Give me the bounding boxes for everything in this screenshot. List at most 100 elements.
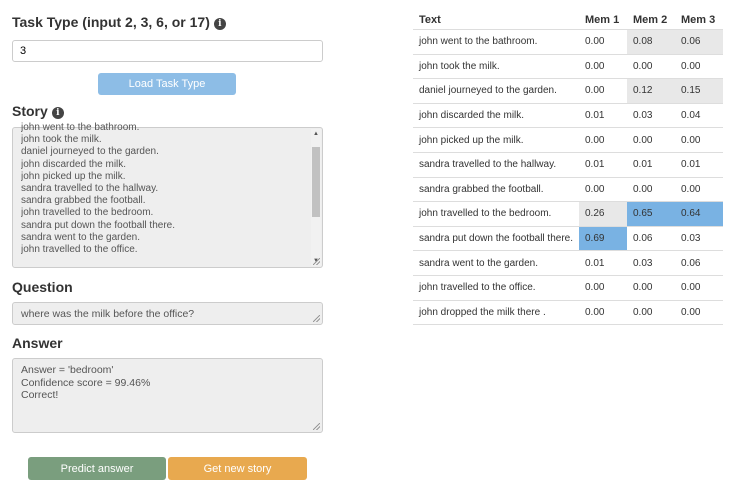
story-scrollbar[interactable]: ▲ ▼ xyxy=(311,129,321,266)
mem-1-cell: 0.00 xyxy=(579,78,627,104)
table-row: john travelled to the bedroom. 0.26 0.65 0.… xyxy=(413,201,723,227)
mem-3-cell: 0.03 xyxy=(675,226,723,252)
answer-line: Answer = 'bedroom' xyxy=(21,364,114,376)
predict-answer-button[interactable]: Predict answer xyxy=(28,457,166,480)
resize-grip-icon[interactable] xyxy=(313,423,320,430)
mem-2-cell: 0.03 xyxy=(627,250,675,276)
mem-2-cell: 0.00 xyxy=(627,127,675,153)
story-line: john travelled to the bedroom. xyxy=(21,207,154,219)
mem-1-cell: 0.01 xyxy=(579,250,627,276)
table-row: sandra grabbed the football. 0.00 0.00 0.00 xyxy=(413,177,723,203)
question-label: Question xyxy=(12,279,73,295)
table-row: john picked up the milk. 0.00 0.00 0.00 xyxy=(413,127,723,153)
sentence-cell: daniel journeyed to the garden. xyxy=(413,78,579,104)
sentence-cell: john travelled to the office. xyxy=(413,275,579,301)
table-row: daniel journeyed to the garden. 0.00 0.12 0… xyxy=(413,78,723,104)
mem-1-cell: 0.26 xyxy=(579,201,627,227)
scroll-up-arrow-icon[interactable]: ▲ xyxy=(311,129,321,139)
answer-label: Answer xyxy=(12,335,63,351)
table-header-row: Text Mem 1 Mem 2 Mem 3 xyxy=(413,10,723,30)
sentence-cell: john picked up the milk. xyxy=(413,127,579,153)
task-type-label: Task Type (input 2, 3, 6, or 17) xyxy=(12,14,210,30)
mem-3-cell: 0.64 xyxy=(675,201,723,227)
mem-1-cell: 0.00 xyxy=(579,54,627,80)
story-line: sandra grabbed the football. xyxy=(21,195,146,207)
answer-textarea[interactable]: Answer = 'bedroom' Confidence score = 99… xyxy=(12,358,323,433)
question-textarea[interactable]: where was the milk before the office? xyxy=(12,302,323,325)
story-line: john travelled to the office. xyxy=(21,243,138,255)
column-header-mem-3: Mem 3 xyxy=(675,10,723,30)
mem-2-cell: 0.03 xyxy=(627,103,675,129)
sentence-cell: john took the milk. xyxy=(413,54,579,80)
mem-1-cell: 0.00 xyxy=(579,127,627,153)
mem-3-cell: 0.06 xyxy=(675,29,723,55)
table-row: sandra travelled to the hallway. 0.01 0.01… xyxy=(413,152,723,178)
sentence-cell: sandra put down the football there. xyxy=(413,226,579,252)
mem-2-cell: 0.12 xyxy=(627,78,675,104)
mem-3-cell: 0.06 xyxy=(675,250,723,276)
table-row: john took the milk. 0.00 0.00 0.00 xyxy=(413,54,723,80)
mem-1-cell: 0.00 xyxy=(579,177,627,203)
story-line: daniel journeyed to the garden. xyxy=(21,146,159,158)
column-header-mem-2: Mem 2 xyxy=(627,10,675,30)
get-new-story-button[interactable]: Get new story xyxy=(168,457,307,480)
story-line: sandra went to the garden. xyxy=(21,231,140,243)
mem-1-cell: 0.00 xyxy=(579,29,627,55)
sentence-cell: john went to the bathroom. xyxy=(413,29,579,55)
resize-grip-icon[interactable] xyxy=(313,315,320,322)
story-line: john picked up the milk. xyxy=(21,170,126,182)
memory-table-body: john went to the bathroom. 0.00 0.08 0.06 jo… xyxy=(413,29,723,326)
mem-1-cell: 0.01 xyxy=(579,152,627,178)
mem-3-cell: 0.04 xyxy=(675,103,723,129)
mem-2-cell: 0.08 xyxy=(627,29,675,55)
table-row: sandra put down the football there. 0.69 0… xyxy=(413,226,723,252)
column-header-text: Text xyxy=(413,10,579,30)
sentence-cell: john discarded the milk. xyxy=(413,103,579,129)
correct-line: Correct! xyxy=(21,389,59,401)
sentence-cell: john dropped the milk there . xyxy=(413,300,579,326)
sentence-cell: sandra went to the garden. xyxy=(413,250,579,276)
mem-3-cell: 0.01 xyxy=(675,152,723,178)
sentence-cell: sandra grabbed the football. xyxy=(413,177,579,203)
mem-2-cell: 0.00 xyxy=(627,177,675,203)
mem-2-cell: 0.00 xyxy=(627,54,675,80)
load-task-type-button[interactable]: Load Task Type xyxy=(98,73,236,95)
mem-1-cell: 0.01 xyxy=(579,103,627,129)
mem-3-cell: 0.15 xyxy=(675,78,723,104)
mem-1-cell: 0.00 xyxy=(579,275,627,301)
info-circle-icon[interactable]: i xyxy=(51,107,64,119)
mem-3-cell: 0.00 xyxy=(675,177,723,203)
mem-1-cell: 0.69 xyxy=(579,226,627,252)
memory-attention-table: Text Mem 1 Mem 2 Mem 3 john went to the … xyxy=(413,10,723,326)
mem-3-cell: 0.00 xyxy=(675,300,723,326)
mem-2-cell: 0.01 xyxy=(627,152,675,178)
mem-2-cell: 0.00 xyxy=(627,300,675,326)
story-line: john took the milk. xyxy=(21,134,102,146)
info-circle-icon[interactable]: i xyxy=(213,18,226,30)
mem-3-cell: 0.00 xyxy=(675,275,723,301)
story-line: john discarded the milk. xyxy=(21,158,127,170)
mem-3-cell: 0.00 xyxy=(675,127,723,153)
table-row: john travelled to the office. 0.00 0.00 0.0… xyxy=(413,275,723,301)
story-line: sandra travelled to the hallway. xyxy=(21,182,159,194)
task-type-heading: Task Type (input 2, 3, 6, or 17) i xyxy=(12,14,226,30)
scroll-thumb[interactable] xyxy=(312,147,320,217)
story-label: Story xyxy=(12,103,48,119)
mem-2-cell: 0.65 xyxy=(627,201,675,227)
column-header-mem-1: Mem 1 xyxy=(579,10,627,30)
confidence-line: Confidence score = 99.46% xyxy=(21,376,151,389)
table-row: john dropped the milk there . 0.00 0.00 0.0… xyxy=(413,300,723,326)
mem-1-cell: 0.00 xyxy=(579,300,627,326)
mem-2-cell: 0.06 xyxy=(627,226,675,252)
story-line: sandra put down the football there. xyxy=(21,219,175,231)
sentence-cell: john travelled to the bedroom. xyxy=(413,201,579,227)
sentence-cell: sandra travelled to the hallway. xyxy=(413,152,579,178)
question-text: where was the milk before the office? xyxy=(21,308,195,320)
task-type-input[interactable] xyxy=(12,40,323,62)
mem-3-cell: 0.00 xyxy=(675,54,723,80)
story-heading: Story i xyxy=(12,103,64,119)
table-row: john went to the bathroom. 0.00 0.08 0.06 xyxy=(413,29,723,55)
story-textarea[interactable]: john went to the bathroom. john took the … xyxy=(12,122,323,268)
story-lines: john went to the bathroom. john took the … xyxy=(21,122,306,267)
resize-grip-icon[interactable] xyxy=(313,258,320,265)
